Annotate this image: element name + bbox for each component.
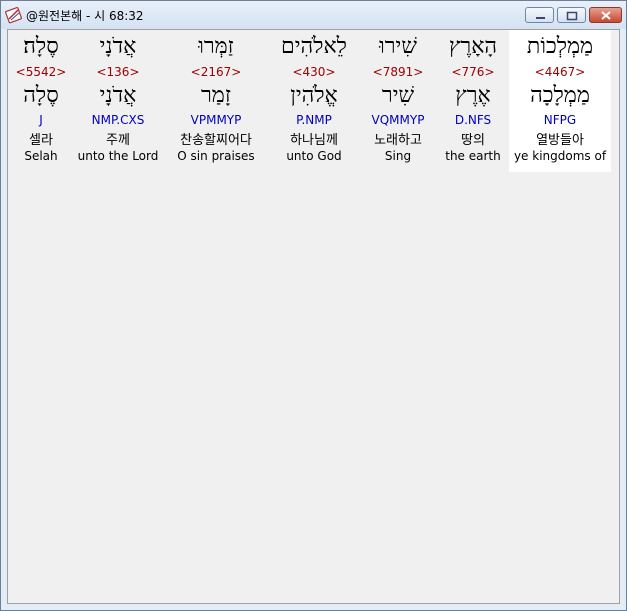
strong-number[interactable]: <2167> [162, 65, 270, 79]
bible-app-icon [5, 6, 23, 24]
close-icon [601, 11, 611, 20]
maximize-button[interactable] [557, 7, 586, 23]
hebrew-word: שִׁירוּ [379, 34, 417, 59]
strong-number[interactable]: <776> [438, 65, 508, 79]
korean-gloss: 찬송할찌어다 [180, 133, 252, 148]
lemma: סֶלָה [23, 83, 59, 108]
strong-number[interactable]: <136> [74, 65, 162, 79]
english-gloss: Sing [384, 149, 412, 163]
lemma: אֶרֶץ [455, 83, 491, 108]
morphology: D.NFS [454, 113, 492, 127]
korean-gloss: 하나님께 [290, 133, 338, 148]
morphology: J [39, 113, 43, 127]
morphology: VPMMYP [190, 113, 242, 127]
english-gloss: the earth [445, 149, 501, 163]
english-gloss: O sin praises [177, 149, 255, 163]
hebrew-word: סֶלָה׃ [23, 34, 59, 59]
app-window: @원전본해 - 시 68:32 סֶלָה׃ <5542> סֶלָה J 셀라… [0, 0, 627, 611]
hebrew-word: אֲדֹנָי [99, 34, 137, 59]
word-column[interactable]: הָאָרֶץ <776> אֶרֶץ D.NFS 땅의 the earth [438, 30, 508, 172]
english-gloss: ye kingdoms of [513, 149, 607, 163]
korean-gloss: 주께 [106, 133, 130, 148]
korean-gloss: 셀라 [29, 133, 53, 148]
title-bar[interactable]: @원전본해 - 시 68:32 [1, 1, 626, 29]
word-column[interactable]: אֲדֹנָי <136> אֲדֹנָי NMP.CXS 주께 unto th… [74, 30, 162, 172]
maximize-icon [566, 11, 578, 21]
korean-gloss: 열방들아 [536, 133, 584, 148]
lemma: זָמַר [201, 83, 231, 108]
hebrew-word: זַמְּרוּ [198, 34, 234, 59]
word-column-selected[interactable]: מַמְלְכוֹת <4467> מַמְלָכָה NFPG 열방들아 ye… [509, 30, 611, 172]
word-column[interactable]: לֵאלֹהִים <430> אֱלֹהִין P.NMP 하나님께 unto… [270, 30, 358, 172]
hebrew-word: מַמְלְכוֹת [526, 34, 594, 59]
morphology: NMP.CXS [91, 113, 145, 127]
english-gloss: unto God [286, 149, 342, 163]
morphology: P.NMP [296, 113, 332, 127]
strong-number[interactable]: <430> [270, 65, 358, 79]
minimize-button[interactable] [525, 7, 554, 23]
morphology: NFPG [543, 113, 577, 127]
strong-number[interactable]: <7891> [358, 65, 438, 79]
word-column[interactable]: זַמְּרוּ <2167> זָמַר VPMMYP 찬송할찌어다 O si… [162, 30, 270, 172]
korean-gloss: 노래하고 [374, 133, 422, 148]
hebrew-word: הָאָרֶץ [448, 34, 498, 59]
strong-number[interactable]: <5542> [8, 65, 74, 79]
interlinear-view: סֶלָה׃ <5542> סֶלָה J 셀라 Selah אֲדֹנָי <… [7, 29, 620, 604]
window-title: @원전본해 - 시 68:32 [26, 9, 144, 23]
close-button[interactable] [589, 7, 622, 23]
english-gloss: Selah [24, 149, 58, 163]
hebrew-word: לֵאלֹהִים [281, 34, 347, 59]
korean-gloss: 땅의 [461, 133, 485, 148]
lemma: שִׁיר [381, 83, 415, 108]
strong-number[interactable]: <4467> [509, 65, 611, 79]
word-column[interactable]: סֶלָה׃ <5542> סֶלָה J 셀라 Selah [8, 30, 74, 172]
lemma: מַמְלָכָה [530, 83, 590, 108]
lemma: אֱלֹהִין [290, 83, 338, 108]
lemma: אֲדֹנָי [99, 83, 137, 108]
english-gloss: unto the Lord [77, 149, 159, 163]
word-column[interactable]: שִׁירוּ <7891> שִׁיר VQMMYP 노래하고 Sing [358, 30, 438, 172]
morphology: VQMMYP [371, 113, 425, 127]
minimize-icon [536, 17, 545, 19]
